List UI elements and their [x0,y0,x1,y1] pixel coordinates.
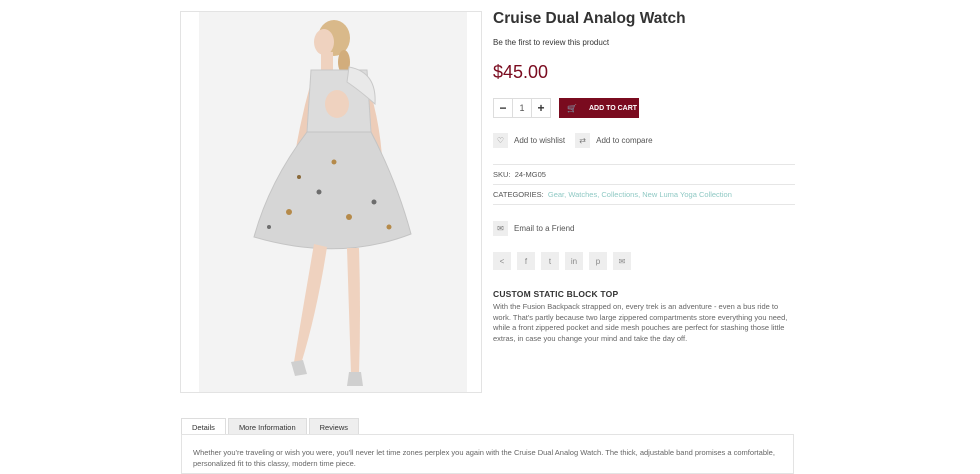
add-to-wishlist-link[interactable]: ♡ Add to wishlist [493,133,565,148]
social-share-bar: < f t in p ✉ [493,252,637,270]
product-price: $45.00 [493,62,549,82]
product-tabs: Details More Information Reviews [181,418,361,435]
sku-label: SKU: [493,170,511,179]
dress-model-illustration [253,20,412,386]
add-to-cart-label: ADD TO CART [588,104,638,112]
envelope-icon: ✉ [493,221,508,236]
tab-reviews[interactable]: Reviews [308,418,359,435]
product-image-gallery[interactable] [180,11,482,393]
quantity-stepper[interactable]: − 1 + [493,98,551,118]
quantity-input[interactable]: 1 [512,99,532,117]
pinterest-icon[interactable]: p [589,252,607,270]
cart-icon: 🛒 [567,103,577,113]
tab-details[interactable]: Details [181,418,226,435]
add-to-cart-button[interactable]: 🛒 ADD TO CART [559,98,639,118]
add-to-compare-link[interactable]: ⇄ Add to compare [575,133,653,148]
static-block-title: CUSTOM STATIC BLOCK TOP [493,289,619,299]
compare-icon: ⇄ [575,133,591,148]
linkedin-icon[interactable]: in [565,252,583,270]
share-icon[interactable]: < [493,252,511,270]
categories-row: CATEGORIES: Gear, Watches, Collections, … [493,190,732,199]
category-link-collections[interactable]: Collections [601,190,638,199]
decrease-quantity-button[interactable]: − [494,99,512,117]
static-block-text: With the Fusion Backpack strapped on, ev… [493,302,788,343]
heart-icon: ♡ [493,133,508,148]
product-photo[interactable] [199,12,467,392]
compare-label: Add to compare [596,136,653,145]
review-link[interactable]: Be the first to review this product [493,38,609,47]
divider [493,184,795,185]
twitter-icon[interactable]: t [541,252,559,270]
category-link-yoga-collection[interactable]: New Luma Yoga Collection [642,190,732,199]
category-link-gear[interactable]: Gear [548,190,564,199]
divider [493,204,795,205]
sku-row: SKU: 24-MG05 [493,170,546,179]
category-link-watches[interactable]: Watches [568,190,597,199]
mail-icon[interactable]: ✉ [613,252,631,270]
categories-label: CATEGORIES: [493,190,544,199]
wishlist-label: Add to wishlist [514,136,566,145]
tab-more-information[interactable]: More Information [227,418,307,435]
product-title: Cruise Dual Analog Watch [493,10,686,27]
details-text: Whether you're traveling or wish you wer… [193,448,775,468]
divider [493,164,795,165]
email-friend-label: Email to a Friend [514,224,575,233]
facebook-icon[interactable]: f [517,252,535,270]
sku-value: 24-MG05 [514,170,546,179]
increase-quantity-button[interactable]: + [532,99,550,117]
product-actions: ♡ Add to wishlist ⇄ Add to compare [493,133,663,148]
email-to-friend-link[interactable]: ✉ Email to a Friend [493,221,574,236]
